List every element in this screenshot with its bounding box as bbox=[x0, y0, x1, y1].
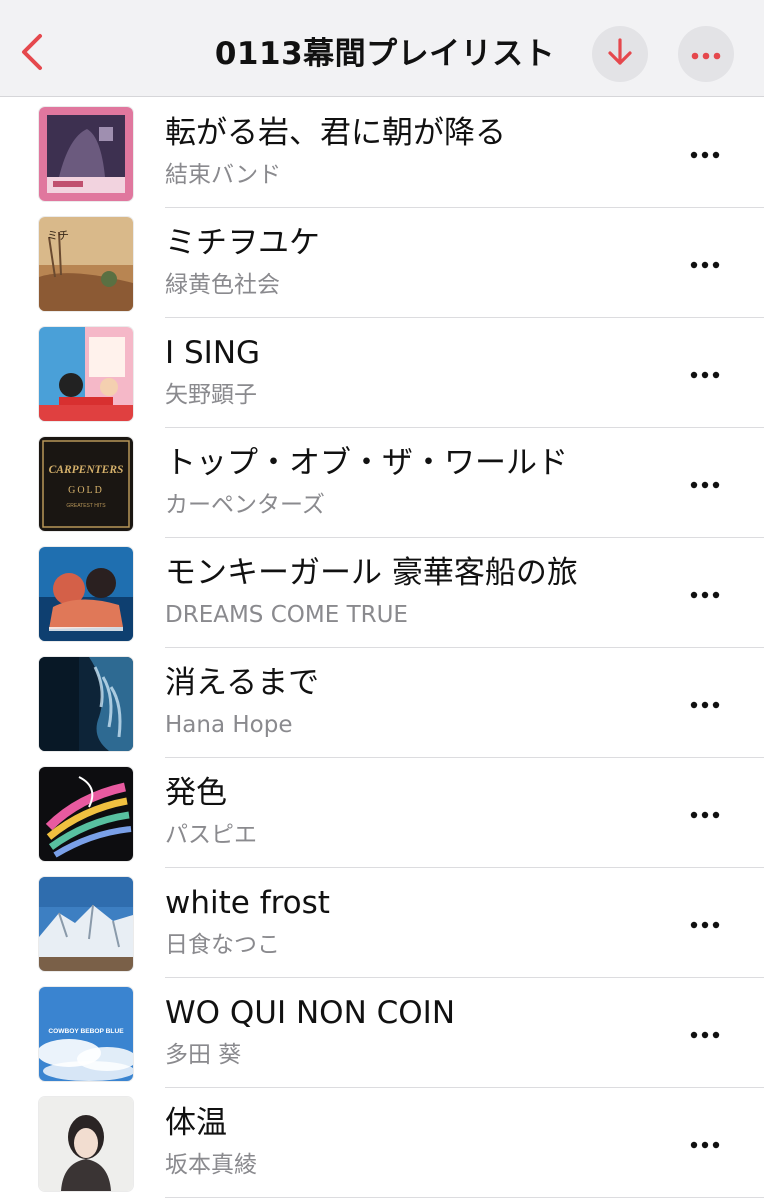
track-row[interactable]: ミチ ミチヲユケ緑黄色社会 bbox=[0, 208, 764, 318]
ellipsis-icon bbox=[690, 694, 720, 713]
track-row[interactable]: 転がる岩、君に朝が降る結束バンド bbox=[0, 98, 764, 208]
album-artwork-image bbox=[39, 107, 133, 201]
album-artwork bbox=[39, 1097, 133, 1191]
album-artwork-image: ミチ bbox=[39, 217, 133, 311]
ellipsis-icon bbox=[690, 474, 720, 493]
ellipsis-icon bbox=[690, 584, 720, 603]
track-title: I SING bbox=[165, 335, 261, 371]
track-artist: 結束バンド bbox=[165, 162, 282, 188]
album-artwork bbox=[39, 547, 133, 641]
track-row[interactable]: white frost 日食なつこ bbox=[0, 868, 764, 978]
track-artist: カーペンターズ bbox=[165, 492, 325, 518]
navigation-bar: 0113幕間プレイリスト bbox=[0, 0, 764, 97]
track-more-button[interactable] bbox=[680, 1128, 730, 1158]
chevron-left-icon bbox=[18, 32, 46, 76]
track-more-button[interactable] bbox=[680, 1018, 730, 1048]
screen: 0113幕間プレイリスト 転がる岩、君に朝が降る 結束バンド ミチ ミチヲユケ … bbox=[0, 0, 764, 1200]
back-button[interactable] bbox=[12, 28, 52, 80]
album-artwork-image bbox=[39, 877, 133, 971]
album-artwork-image bbox=[39, 327, 133, 421]
track-more-button[interactable] bbox=[680, 578, 730, 608]
ellipsis-icon bbox=[690, 254, 720, 273]
ellipsis-icon bbox=[691, 45, 721, 64]
track-title: ミチヲユケ bbox=[165, 225, 320, 261]
ellipsis-icon bbox=[690, 1134, 720, 1153]
track-title: white frost bbox=[165, 885, 330, 921]
track-more-button[interactable] bbox=[680, 688, 730, 718]
track-row[interactable]: 消えるまで Hana Hope bbox=[0, 648, 764, 758]
track-title: トップ・オブ・ザ・ワールド bbox=[165, 445, 568, 481]
track-title: 転がる岩、君に朝が降る bbox=[165, 115, 506, 151]
track-row[interactable]: モンキーガール 豪華客船の旅 DREAMS COME TRUE bbox=[0, 538, 764, 648]
album-artwork bbox=[39, 657, 133, 751]
track-artist: 矢野顕子 bbox=[165, 382, 257, 408]
album-artwork bbox=[39, 767, 133, 861]
artwork-label-cowboy-bebop: COWBOY BEBOP BLUE bbox=[48, 1028, 124, 1035]
artwork-label-gold: GOLD bbox=[68, 485, 104, 496]
ellipsis-icon bbox=[690, 804, 720, 823]
track-more-button[interactable] bbox=[680, 798, 730, 828]
track-artist: Hana Hope bbox=[165, 712, 293, 738]
track-more-button[interactable] bbox=[680, 358, 730, 388]
track-more-button[interactable] bbox=[680, 138, 730, 168]
album-artwork: ミチ bbox=[39, 217, 133, 311]
album-artwork-image: COWBOY BEBOP BLUE bbox=[39, 987, 133, 1081]
artwork-label-carpenters: CARPENTERS bbox=[49, 464, 124, 476]
arrow-down-icon bbox=[606, 37, 634, 71]
track-row[interactable]: 発色 パスピエ bbox=[0, 758, 764, 868]
track-row[interactable]: 体温 坂本真綾 bbox=[0, 1088, 764, 1198]
ellipsis-icon bbox=[690, 364, 720, 383]
track-more-button[interactable] bbox=[680, 908, 730, 938]
album-artwork: CARPENTERS GOLD GREATEST HITS bbox=[39, 437, 133, 531]
page-title: 0113幕間プレイリスト bbox=[214, 36, 556, 72]
artwork-label-greatest-hits: GREATEST HITS bbox=[66, 503, 106, 509]
row-divider bbox=[165, 1197, 764, 1198]
track-title: 体温 bbox=[165, 1105, 227, 1141]
track-artist: パスピエ bbox=[165, 822, 257, 848]
track-title: モンキーガール 豪華客船の旅 bbox=[165, 555, 578, 591]
album-artwork: COWBOY BEBOP BLUE bbox=[39, 987, 133, 1081]
album-artwork bbox=[39, 327, 133, 421]
svg-text:ミチ: ミチ bbox=[47, 229, 69, 242]
track-more-button[interactable] bbox=[680, 468, 730, 498]
track-artist: DREAMS COME TRUE bbox=[165, 602, 408, 628]
album-artwork bbox=[39, 877, 133, 971]
download-button[interactable] bbox=[592, 26, 648, 82]
track-title: WO QUI NON COIN bbox=[165, 995, 456, 1031]
track-row[interactable]: CARPENTERS GOLD GREATEST HITS トップ・オブ・ザ・ワー… bbox=[0, 428, 764, 538]
album-artwork-image bbox=[39, 767, 133, 861]
track-artist: 日食なつこ bbox=[165, 932, 280, 958]
album-artwork bbox=[39, 107, 133, 201]
album-artwork-image bbox=[39, 657, 133, 751]
ellipsis-icon bbox=[690, 144, 720, 163]
album-artwork-image bbox=[39, 1097, 133, 1191]
album-artwork-image bbox=[39, 547, 133, 641]
more-options-button[interactable] bbox=[678, 26, 734, 82]
track-row[interactable]: I SING 矢野顕子 bbox=[0, 318, 764, 428]
track-title: 消えるまで bbox=[165, 665, 320, 701]
track-title: 発色 bbox=[165, 775, 227, 811]
track-row[interactable]: COWBOY BEBOP BLUE WO QUI NON COIN 多田 葵 bbox=[0, 978, 764, 1088]
track-more-button[interactable] bbox=[680, 248, 730, 278]
track-artist: 緑黄色社会 bbox=[165, 272, 280, 298]
track-artist: 坂本真綾 bbox=[165, 1152, 257, 1178]
track-artist: 多田 葵 bbox=[165, 1042, 242, 1068]
ellipsis-icon bbox=[690, 1024, 720, 1043]
album-artwork-image: CARPENTERS GOLD GREATEST HITS bbox=[39, 437, 133, 531]
ellipsis-icon bbox=[690, 914, 720, 933]
